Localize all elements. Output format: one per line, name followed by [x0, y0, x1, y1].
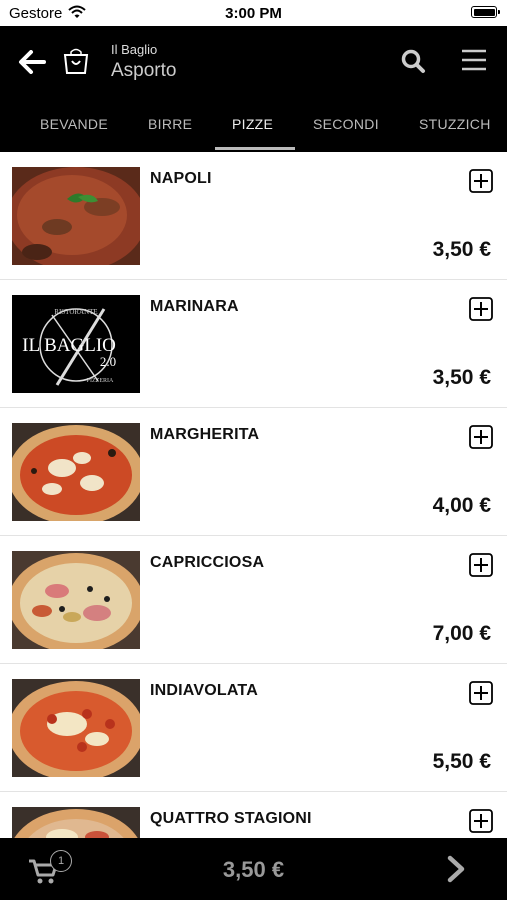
logo-bottom-text: PIZZERIA — [87, 378, 114, 384]
add-to-cart-icon[interactable] — [469, 553, 493, 577]
category-tabs: BEVANDE BIRRE PIZZE SECONDI STUZZICH — [0, 108, 507, 152]
product-price: 7,00 € — [432, 622, 491, 645]
shopping-bag-icon[interactable] — [62, 46, 90, 76]
margherita-photo — [12, 423, 140, 521]
product-name: QUATTRO STAGIONI — [150, 810, 312, 827]
status-bar: Gestore 3:00 PM — [0, 0, 507, 26]
indiavolata-photo — [12, 679, 140, 777]
cart-total: 3,50 € — [222, 857, 285, 882]
product-name: CAPRICCIOSA — [150, 554, 265, 571]
add-to-cart-icon[interactable] — [469, 425, 493, 449]
product-name: NAPOLI — [150, 170, 212, 187]
tab-stuzzichini[interactable]: STUZZICH — [419, 116, 491, 132]
product-price: 5,50 € — [432, 750, 491, 773]
capricciosa-photo — [12, 551, 140, 649]
clock: 3:00 PM — [225, 5, 282, 22]
product-name: MARINARA — [150, 298, 239, 315]
il-baglio-logo: RISTORANTE IL BAGLIO 2.0 PIZZERIA — [12, 295, 140, 393]
add-to-cart-icon[interactable] — [469, 297, 493, 321]
back-arrow-icon[interactable] — [18, 50, 46, 74]
product-price: 4,00 € — [432, 494, 491, 517]
restaurant-name: Il Baglio — [111, 42, 158, 57]
product-item-indiavolata[interactable]: INDIAVOLATA 5,50 € — [0, 664, 507, 792]
product-list: NAPOLI 3,50 € RISTORANTE IL BAGLIO 2.0 P… — [0, 152, 507, 838]
logo-version-text: 2.0 — [100, 354, 116, 369]
product-item-capricciosa[interactable]: CAPRICCIOSA 7,00 € — [0, 536, 507, 664]
product-item-quattro-stagioni[interactable]: QUATTRO STAGIONI — [0, 792, 507, 838]
hamburger-menu-icon[interactable] — [460, 48, 488, 72]
product-item-marinara[interactable]: RISTORANTE IL BAGLIO 2.0 PIZZERIA MARINA… — [0, 280, 507, 408]
chevron-right-icon[interactable] — [446, 855, 466, 883]
product-item-margherita[interactable]: MARGHERITA 4,00 € — [0, 408, 507, 536]
order-mode-title: Asporto — [111, 60, 177, 81]
add-to-cart-icon[interactable] — [469, 681, 493, 705]
tab-birre[interactable]: BIRRE — [148, 116, 192, 132]
active-tab-indicator — [215, 147, 295, 150]
product-price: 3,50 € — [432, 238, 491, 261]
product-price: 3,50 € — [432, 366, 491, 389]
product-name: INDIAVOLATA — [150, 682, 258, 699]
cart-bar[interactable]: 1 3,50 € — [0, 838, 507, 900]
add-to-cart-icon[interactable] — [469, 169, 493, 193]
tab-secondi[interactable]: SECONDI — [313, 116, 379, 132]
search-icon[interactable] — [400, 48, 426, 74]
product-item-napoli[interactable]: NAPOLI 3,50 € — [0, 152, 507, 280]
add-to-cart-icon[interactable] — [469, 809, 493, 833]
tab-pizze[interactable]: PIZZE — [232, 116, 273, 132]
quattro-stagioni-photo — [12, 807, 140, 838]
tab-bevande[interactable]: BEVANDE — [40, 116, 108, 132]
napoli-photo — [12, 167, 140, 265]
battery-icon — [471, 6, 500, 18]
logo-main-text: IL BAGLIO — [22, 335, 116, 356]
app-header: Il Baglio Asporto BEVANDE BIRRE PIZZE SE… — [0, 26, 507, 152]
logo-top-text: RISTORANTE — [54, 308, 97, 316]
product-name: MARGHERITA — [150, 426, 260, 443]
